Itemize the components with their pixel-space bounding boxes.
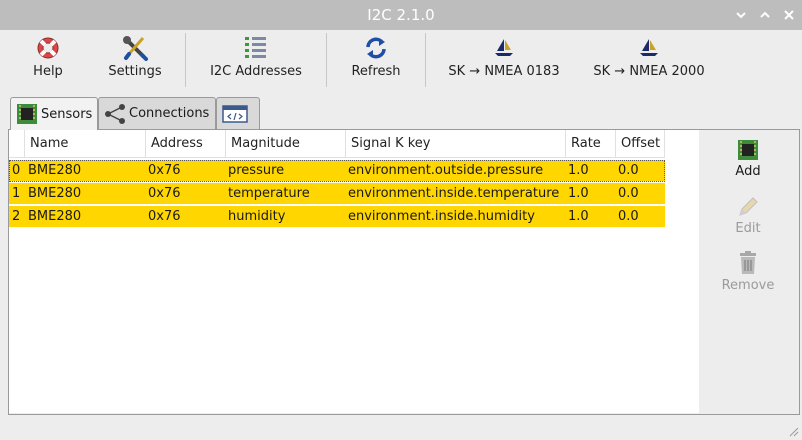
status-bar — [0, 418, 802, 440]
cell-offset: 0.0 — [618, 186, 639, 201]
cell-address: 0x76 — [148, 163, 181, 178]
column-header-address[interactable]: Address — [146, 130, 226, 158]
signalk-sailboat-icon — [495, 39, 513, 56]
toolbar-separator — [326, 33, 327, 87]
cell-magnitude: humidity — [228, 209, 286, 224]
close-icon[interactable] — [782, 8, 796, 22]
window-title: I2C 2.1.0 — [367, 6, 435, 24]
share-icon — [105, 103, 125, 124]
toolbar-separator — [425, 33, 426, 87]
cell-offset: 0.0 — [618, 209, 639, 224]
row-index: 2 — [12, 209, 21, 224]
cell-name: BME280 — [28, 163, 82, 178]
cell-sk-key: environment.inside.temperature — [348, 186, 560, 201]
remove-label: Remove — [721, 278, 775, 293]
add-button[interactable]: Add — [699, 138, 797, 179]
cell-name: BME280 — [28, 209, 82, 224]
i2c-addresses-button[interactable]: I2C Addresses — [200, 30, 312, 90]
toolbar: Help Settings I2C Addresses Refresh SK →… — [0, 30, 802, 90]
tab-sensors-label: Sensors — [41, 106, 93, 122]
signalk-sailboat-icon — [640, 39, 658, 56]
window-controls — [734, 0, 796, 30]
column-header-offset[interactable]: Offset — [616, 130, 665, 158]
title-bar: I2C 2.1.0 — [0, 0, 802, 30]
cell-name: BME280 — [28, 186, 82, 201]
pencil-icon — [739, 197, 758, 216]
cell-magnitude: temperature — [228, 186, 310, 201]
table-row[interactable]: 1 BME280 0x76 temperature environment.in… — [9, 183, 665, 205]
row-index: 1 — [12, 186, 21, 201]
trash-icon — [740, 251, 756, 274]
cell-rate: 1.0 — [568, 186, 589, 201]
cell-address: 0x76 — [148, 209, 181, 224]
refresh-icon — [366, 37, 386, 59]
sk-nmea2000-label: SK → NMEA 2000 — [593, 64, 705, 79]
remove-button[interactable]: Remove — [699, 250, 797, 293]
sensors-table[interactable]: Name Address Magnitude Signal K key Rate… — [9, 130, 699, 413]
checklist-icon — [245, 37, 266, 58]
add-label: Add — [735, 164, 761, 179]
resize-grip-icon[interactable] — [787, 425, 799, 437]
edit-button[interactable]: Edit — [699, 195, 797, 236]
help-label: Help — [33, 64, 63, 79]
minimize-icon[interactable] — [734, 8, 748, 22]
maximize-icon[interactable] — [758, 8, 772, 22]
tab-connections-label: Connections — [129, 106, 210, 121]
table-row[interactable]: 2 BME280 0x76 humidity environment.insid… — [9, 206, 665, 228]
chip-icon — [738, 140, 758, 160]
help-button[interactable]: Help — [18, 30, 78, 90]
lifebuoy-icon — [37, 37, 59, 59]
tab-connections[interactable]: Connections — [98, 97, 216, 129]
table-row[interactable]: 0 BME280 0x76 pressure environment.outsi… — [9, 160, 665, 182]
tab-code[interactable] — [216, 97, 260, 129]
wrench-screwdriver-icon — [123, 36, 148, 61]
toolbar-separator — [185, 33, 186, 87]
column-header-rate[interactable]: Rate — [566, 130, 616, 158]
column-header-magnitude[interactable]: Magnitude — [226, 130, 346, 158]
cell-sk-key: environment.inside.humidity — [348, 209, 535, 224]
column-header-sk-key[interactable]: Signal K key — [346, 130, 566, 158]
edit-label: Edit — [735, 221, 761, 236]
settings-button[interactable]: Settings — [100, 30, 170, 90]
cell-address: 0x76 — [148, 186, 181, 201]
refresh-label: Refresh — [351, 64, 401, 79]
sk-nmea2000-button[interactable]: SK → NMEA 2000 — [588, 30, 710, 90]
settings-label: Settings — [108, 64, 162, 79]
sk-nmea0183-button[interactable]: SK → NMEA 0183 — [444, 30, 564, 90]
cell-rate: 1.0 — [568, 163, 589, 178]
code-window-icon — [222, 104, 248, 123]
sk-nmea0183-label: SK → NMEA 0183 — [448, 64, 560, 79]
i2c-addresses-label: I2C Addresses — [210, 64, 302, 79]
table-corner — [9, 130, 25, 158]
cell-offset: 0.0 — [618, 163, 639, 178]
row-index: 0 — [12, 163, 21, 178]
column-header-name[interactable]: Name — [25, 130, 146, 158]
chip-icon — [17, 104, 37, 124]
tab-sensors[interactable]: Sensors — [10, 97, 98, 130]
cell-rate: 1.0 — [568, 209, 589, 224]
cell-sk-key: environment.outside.pressure — [348, 163, 544, 178]
cell-magnitude: pressure — [228, 163, 285, 178]
refresh-button[interactable]: Refresh — [342, 30, 410, 90]
